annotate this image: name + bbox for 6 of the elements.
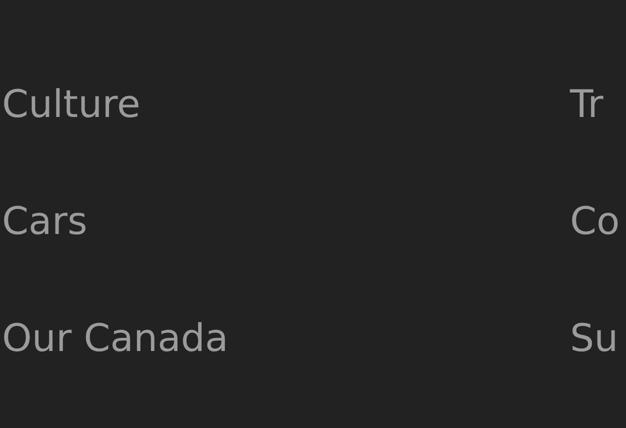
footer-link[interactable]: Our Canada [2,280,228,397]
footer-link[interactable]: Culture [2,46,140,163]
footer-link[interactable]: Cars [2,163,88,280]
footer-link[interactable]: Su [570,280,618,397]
footer-link[interactable]: Co [570,163,620,280]
footer-link[interactable]: Tr [570,46,604,163]
